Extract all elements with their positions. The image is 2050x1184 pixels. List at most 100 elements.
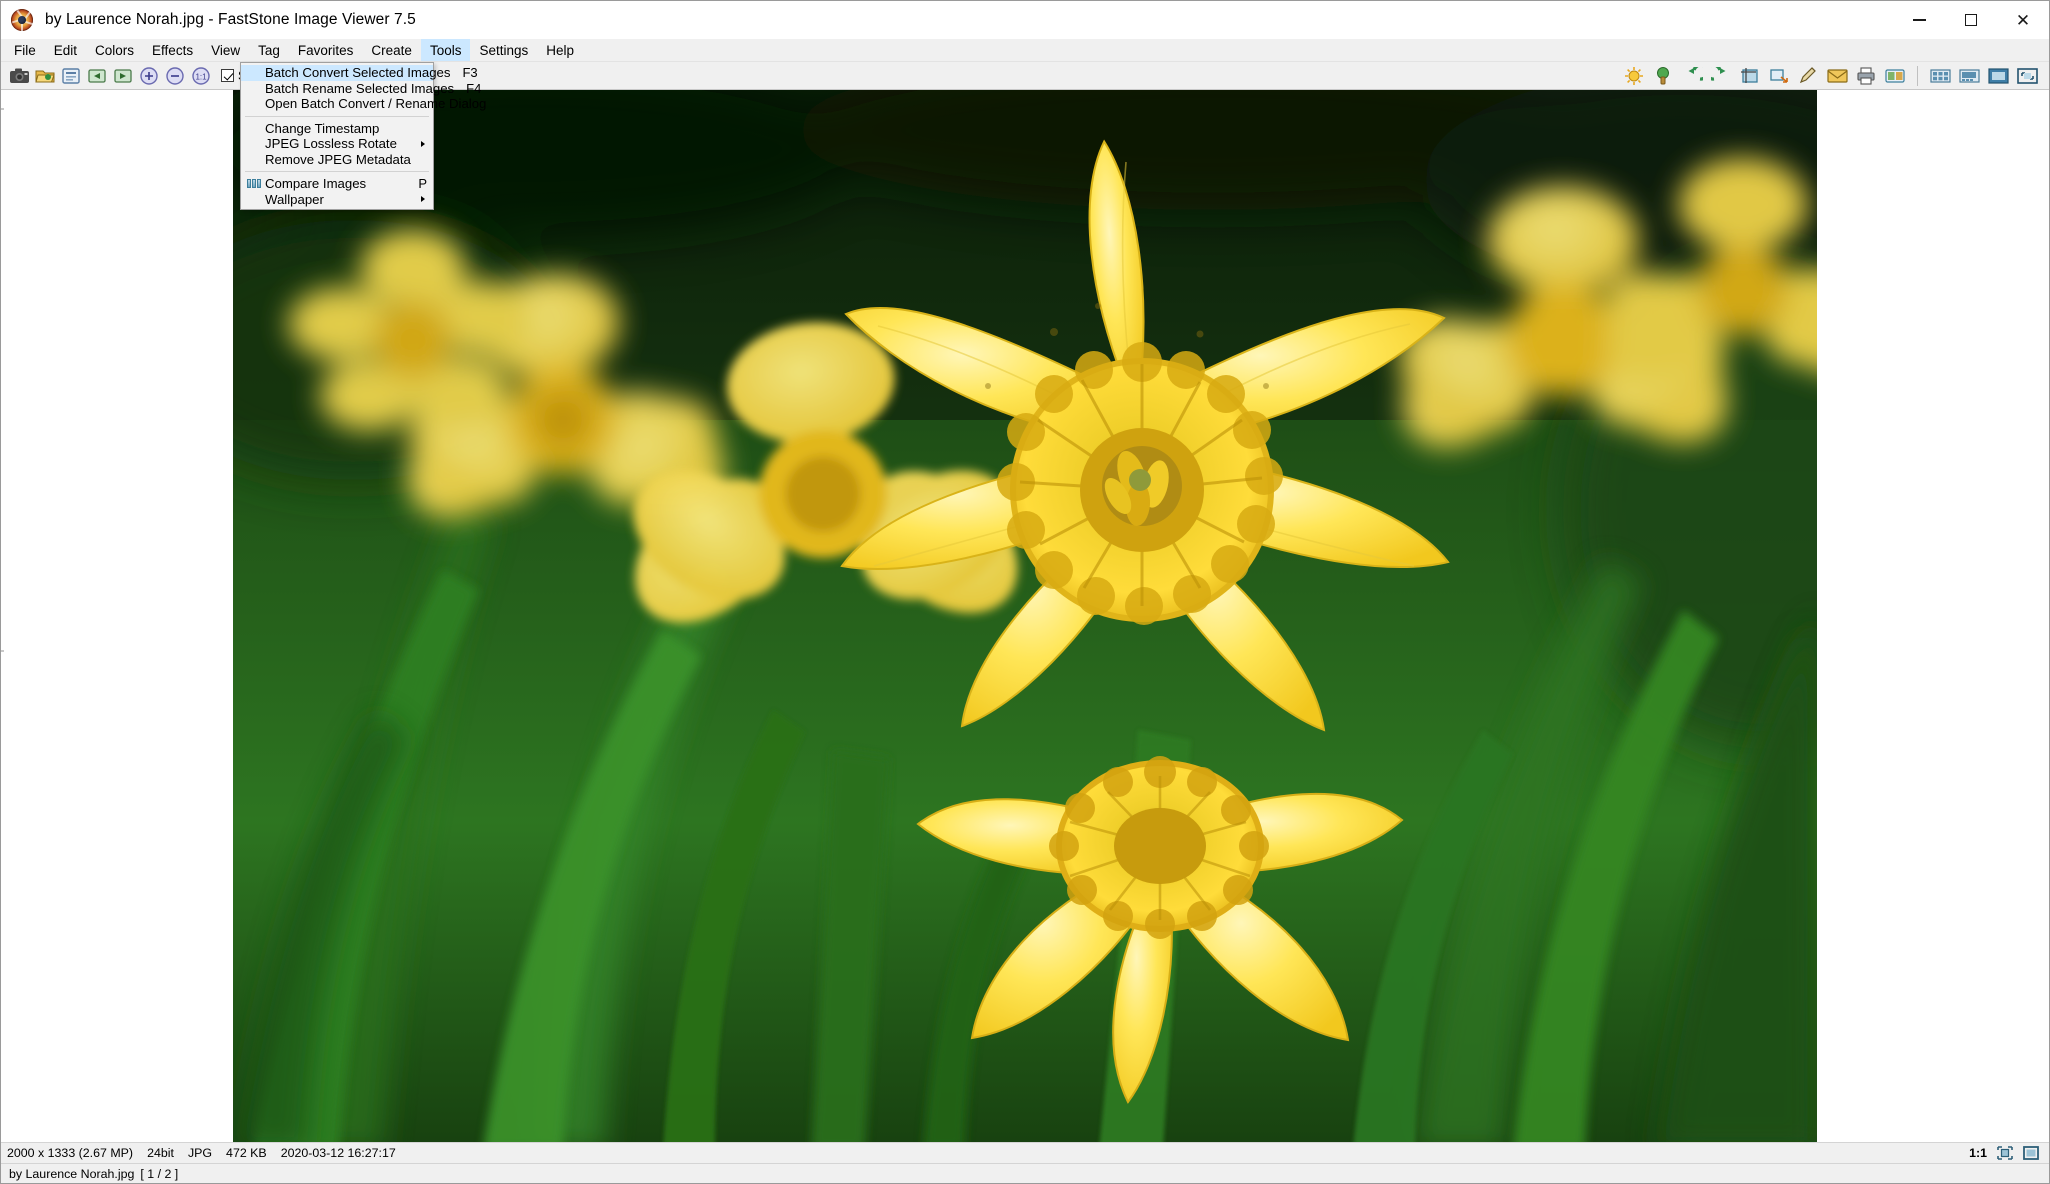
menu-item-batch-convert-selected-images[interactable]: Batch Convert Selected Images F3	[241, 65, 478, 81]
faststone-logo-icon	[11, 8, 34, 31]
menu-icon-slot	[243, 192, 265, 207]
save-icon	[62, 67, 80, 84]
actual-size-button[interactable]	[2022, 1146, 2039, 1161]
menu-item-open-batch-convert-rename-dialog[interactable]: Open Batch Convert / Rename Dialog	[241, 96, 486, 112]
compare-button[interactable]	[1883, 64, 1907, 88]
menu-item-shortcut: F3	[462, 65, 478, 81]
previous-image-icon	[88, 68, 106, 83]
screen-capture-button[interactable]	[7, 64, 31, 88]
compare-images-icon	[243, 176, 265, 191]
save-button[interactable]	[59, 64, 83, 88]
menu-item-wallpaper[interactable]: Wallpaper	[241, 192, 433, 208]
menu-file[interactable]: File	[5, 39, 45, 61]
menu-create[interactable]: Create	[362, 39, 421, 61]
close-button[interactable]: ✕	[1997, 1, 2049, 39]
menu-separator	[245, 171, 429, 172]
rotate-left-button[interactable]	[1680, 64, 1704, 88]
menu-item-label: Batch Convert Selected Images	[265, 65, 451, 81]
menu-settings[interactable]: Settings	[470, 39, 537, 61]
color-adjust-button[interactable]	[1651, 64, 1675, 88]
title-bar: by Laurence Norah.jpg - FastStone Image …	[1, 1, 2049, 39]
menu-icon-slot	[243, 96, 265, 111]
menu-help[interactable]: Help	[537, 39, 583, 61]
menu-favorites[interactable]: Favorites	[289, 39, 363, 61]
menu-item-change-timestamp[interactable]: Change Timestamp	[241, 121, 433, 137]
menu-item-jpeg-lossless-rotate[interactable]: JPEG Lossless Rotate	[241, 136, 433, 152]
open-folder-button[interactable]	[33, 64, 57, 88]
compare-icon	[1884, 68, 1905, 83]
color-picker-icon	[1657, 66, 1669, 84]
menu-view[interactable]: View	[202, 39, 249, 61]
brightness-sun-icon	[1625, 66, 1643, 85]
menu-item-shortcut: P	[418, 176, 427, 192]
menu-tools[interactable]: Tools	[420, 39, 471, 61]
menu-item-label: JPEG Lossless Rotate	[265, 136, 397, 152]
menu-colors[interactable]: Colors	[86, 39, 143, 61]
crop-icon	[1741, 67, 1758, 83]
menu-icon-slot	[243, 121, 265, 136]
previous-image-button[interactable]	[85, 64, 109, 88]
menu-icon-slot	[243, 152, 265, 167]
menu-item-batch-rename-selected-images[interactable]: Batch Rename Selected Images F4	[241, 81, 481, 97]
window-title: by Laurence Norah.jpg - FastStone Image …	[45, 10, 416, 28]
image-dimensions: 2000 x 1333 (2.67 MP)	[7, 1146, 134, 1160]
menu-item-label: Remove JPEG Metadata	[265, 151, 411, 167]
menu-item-label: Open Batch Convert / Rename Dialog	[265, 96, 487, 112]
image-file-size: 472 KB	[226, 1146, 267, 1160]
menu-item-label: Batch Rename Selected Images	[265, 80, 455, 96]
menu-icon-slot	[243, 65, 265, 80]
image-viewer-area[interactable]	[1, 90, 2049, 1142]
email-icon	[1826, 69, 1848, 83]
menu-tag[interactable]: Tag	[249, 39, 289, 61]
email-button[interactable]	[1825, 64, 1849, 88]
rotate-left-icon	[1688, 66, 1703, 81]
menu-effects[interactable]: Effects	[143, 39, 202, 61]
displayed-image[interactable]	[233, 90, 1817, 1142]
tools-dropdown-menu: Batch Convert Selected Images F3 Batch R…	[240, 62, 486, 210]
fit-to-window-icon	[1996, 1146, 2013, 1160]
print-icon	[1857, 66, 1875, 85]
filmstrip-button[interactable]	[1957, 64, 1981, 88]
menu-item-remove-jpeg-metadata[interactable]: Remove JPEG Metadata	[241, 152, 433, 168]
menu-separator	[245, 115, 429, 117]
filmstrip-icon	[1958, 68, 1980, 83]
image-bit-depth: 24bit	[147, 1146, 174, 1160]
screen-capture-icon	[9, 68, 29, 83]
brightness-button[interactable]	[1622, 64, 1646, 88]
maximize-icon	[1965, 14, 1977, 26]
draw-button[interactable]	[1796, 64, 1820, 88]
submenu-arrow-icon	[421, 140, 425, 147]
menu-bar: File Edit Colors Effects View Tag Favori…	[1, 39, 2049, 62]
svg-text:1:1: 1:1	[195, 72, 207, 81]
menu-edit[interactable]: Edit	[45, 39, 86, 61]
crop-button[interactable]	[1738, 64, 1762, 88]
zoom-in-icon	[140, 66, 158, 85]
menu-icon-slot	[243, 136, 265, 151]
zoom-in-button[interactable]	[137, 64, 161, 88]
viewer-left-margin	[1, 90, 233, 1142]
checkbox-checked-icon	[221, 69, 234, 82]
current-filename: by Laurence Norah.jpg	[9, 1166, 135, 1181]
menu-icon-slot	[243, 81, 265, 96]
image-format: JPG	[187, 1146, 213, 1160]
next-image-button[interactable]	[111, 64, 135, 88]
faststone-image-viewer-window: by Laurence Norah.jpg - FastStone Image …	[0, 0, 2050, 1184]
thumbnail-view-icon	[1929, 68, 1951, 83]
minimize-button[interactable]	[1893, 1, 1945, 39]
print-button[interactable]	[1854, 64, 1878, 88]
fit-window-icon	[2016, 67, 2038, 84]
rotate-right-icon	[1710, 66, 1725, 81]
menu-item-label: Change Timestamp	[265, 120, 380, 136]
menu-item-compare-images[interactable]: Compare Images P	[241, 176, 433, 192]
minimize-icon	[1912, 19, 1926, 21]
resize-button[interactable]	[1767, 64, 1791, 88]
actual-size-button[interactable]: 1:1	[189, 64, 213, 88]
fit-window-button[interactable]	[2015, 64, 2039, 88]
fullscreen-button[interactable]	[1986, 64, 2010, 88]
status-bar-image-info: 2000 x 1333 (2.67 MP) 24bit JPG 472 KB 2…	[1, 1142, 2049, 1163]
rotate-right-button[interactable]	[1709, 64, 1733, 88]
fit-to-window-button[interactable]	[1996, 1146, 2013, 1161]
thumbnail-view-button[interactable]	[1928, 64, 1952, 88]
maximize-button[interactable]	[1945, 1, 1997, 39]
zoom-out-button[interactable]	[163, 64, 187, 88]
